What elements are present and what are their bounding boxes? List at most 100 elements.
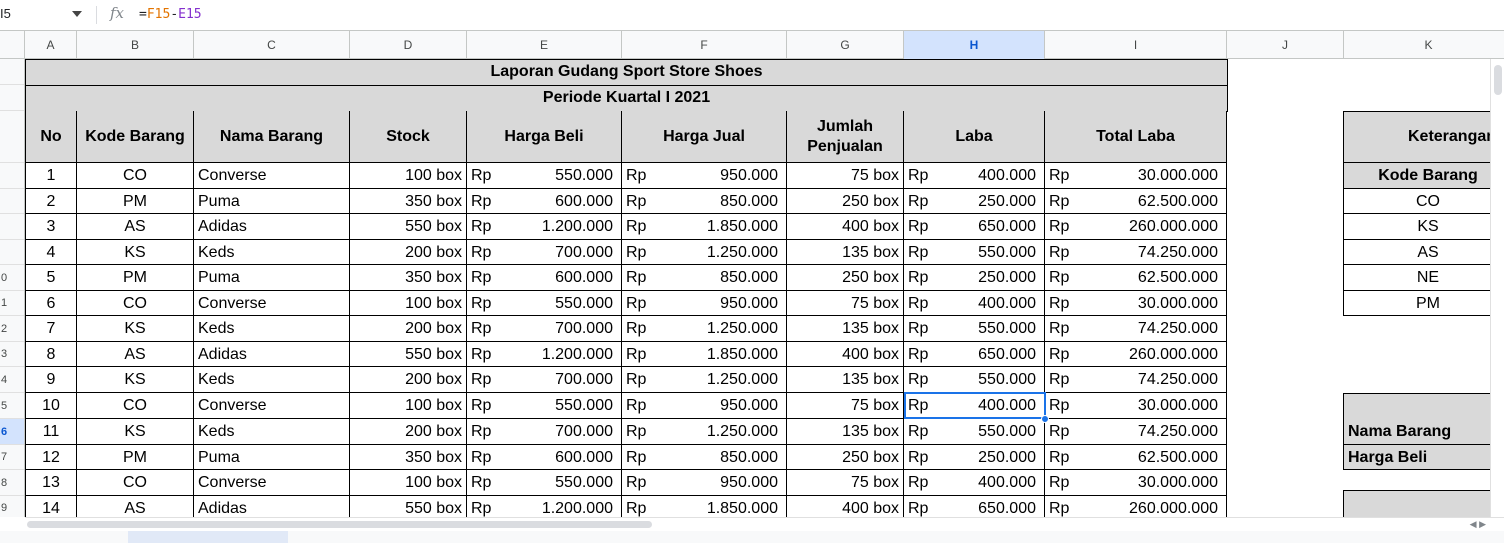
scroll-arrows-icon[interactable]: ◀ ▶ bbox=[1470, 518, 1486, 530]
cell-kode[interactable]: KS bbox=[77, 316, 194, 342]
cell-harga-jual[interactable]: Rp 1.850.000 bbox=[622, 214, 787, 240]
row-header[interactable] bbox=[0, 163, 24, 189]
sheet-grid[interactable]: Laporan Gudang Sport Store Shoes Periode … bbox=[0, 59, 1504, 517]
cell-laba[interactable]: Rp 400.000 bbox=[904, 393, 1045, 419]
cell-kode[interactable]: PM bbox=[77, 265, 194, 291]
row-header[interactable] bbox=[0, 59, 24, 85]
cell-harga-beli[interactable]: Rp 1.200.000 bbox=[467, 496, 622, 517]
row-header[interactable]: 1 bbox=[0, 291, 24, 316]
select-all-corner[interactable] bbox=[0, 31, 25, 59]
cell-harga-jual[interactable]: Rp 1.850.000 bbox=[622, 342, 787, 367]
row-header[interactable]: 6 bbox=[0, 419, 24, 445]
cell-kode[interactable]: AS bbox=[77, 214, 194, 240]
row-header[interactable]: 9 bbox=[0, 496, 24, 517]
cell-total-laba[interactable]: Rp 74.250.000 bbox=[1045, 419, 1227, 445]
chevron-down-icon[interactable] bbox=[72, 11, 82, 17]
fill-handle[interactable] bbox=[1041, 415, 1049, 423]
sheet-tab-active[interactable] bbox=[128, 531, 288, 543]
cell-jumlah[interactable]: 400 box bbox=[787, 214, 904, 240]
cell-harga-jual[interactable]: Rp 1.250.000 bbox=[622, 316, 787, 342]
vertical-scrollbar[interactable] bbox=[1490, 59, 1504, 517]
cell-total-laba[interactable]: Rp 30.000.000 bbox=[1045, 163, 1227, 189]
side-table-code[interactable]: KS bbox=[1343, 214, 1504, 240]
cell-laba[interactable]: Rp 400.000 bbox=[904, 470, 1045, 496]
cell-laba[interactable]: Rp 650.000 bbox=[904, 214, 1045, 240]
cell-harga-beli[interactable]: Rp 700.000 bbox=[467, 419, 622, 445]
cell-kode[interactable]: KS bbox=[77, 240, 194, 265]
cell-harga-beli[interactable]: Rp 1.200.000 bbox=[467, 214, 622, 240]
cell-laba[interactable]: Rp 400.000 bbox=[904, 291, 1045, 316]
cell-jumlah[interactable]: 250 box bbox=[787, 265, 904, 291]
cell-harga-jual[interactable]: Rp 1.250.000 bbox=[622, 419, 787, 445]
cell-laba[interactable]: Rp 650.000 bbox=[904, 342, 1045, 367]
cell-jumlah[interactable]: 135 box bbox=[787, 419, 904, 445]
cell-no[interactable]: 10 bbox=[25, 393, 77, 419]
cell-stock[interactable]: 200 box bbox=[350, 316, 467, 342]
cell-kode[interactable]: CO bbox=[77, 163, 194, 189]
horizontal-scroll-thumb[interactable] bbox=[27, 521, 652, 528]
cell-no[interactable]: 12 bbox=[25, 445, 77, 470]
column-header-d[interactable]: D bbox=[350, 31, 467, 59]
cell-total-laba[interactable]: Rp 30.000.000 bbox=[1045, 470, 1227, 496]
cell-jumlah[interactable]: 135 box bbox=[787, 316, 904, 342]
cell-jumlah[interactable]: 135 box bbox=[787, 367, 904, 393]
cell-jumlah[interactable]: 250 box bbox=[787, 189, 904, 214]
cell-stock[interactable]: 100 box bbox=[350, 393, 467, 419]
cell-no[interactable]: 4 bbox=[25, 240, 77, 265]
cell-no[interactable]: 3 bbox=[25, 214, 77, 240]
cell-harga-jual[interactable]: Rp 850.000 bbox=[622, 445, 787, 470]
cell-nama[interactable]: Puma bbox=[194, 189, 350, 214]
cell-nama[interactable]: Keds bbox=[194, 316, 350, 342]
cell-no[interactable]: 14 bbox=[25, 496, 77, 517]
cell-laba[interactable]: Rp 250.000 bbox=[904, 445, 1045, 470]
side-table-code[interactable]: AS bbox=[1343, 240, 1504, 265]
cell-harga-jual[interactable]: Rp 850.000 bbox=[622, 189, 787, 214]
cell-nama[interactable]: Adidas bbox=[194, 342, 350, 367]
cell-harga-jual[interactable]: Rp 950.000 bbox=[622, 470, 787, 496]
cell-harga-beli[interactable]: Rp 700.000 bbox=[467, 316, 622, 342]
cell-jumlah[interactable]: 400 box bbox=[787, 496, 904, 517]
cell-harga-jual[interactable]: Rp 950.000 bbox=[622, 291, 787, 316]
cell-nama[interactable]: Converse bbox=[194, 163, 350, 189]
cell-total-laba[interactable]: Rp 260.000.000 bbox=[1045, 496, 1227, 517]
cell-nama[interactable]: Converse bbox=[194, 393, 350, 419]
cell-harga-beli[interactable]: Rp 550.000 bbox=[467, 291, 622, 316]
cell-nama[interactable]: Puma bbox=[194, 445, 350, 470]
cell-harga-beli[interactable]: Rp 600.000 bbox=[467, 189, 622, 214]
cell-harga-jual[interactable]: Rp 1.850.000 bbox=[622, 496, 787, 517]
cell-total-laba[interactable]: Rp 30.000.000 bbox=[1045, 291, 1227, 316]
cell-total-laba[interactable]: Rp 260.000.000 bbox=[1045, 342, 1227, 367]
cell-total-laba[interactable]: Rp 62.500.000 bbox=[1045, 189, 1227, 214]
horizontal-scrollbar[interactable]: ◀ ▶ bbox=[25, 517, 1504, 531]
row-header[interactable]: 4 bbox=[0, 367, 24, 393]
cell-harga-jual[interactable]: Rp 950.000 bbox=[622, 393, 787, 419]
cell-jumlah[interactable]: 250 box bbox=[787, 445, 904, 470]
cell-jumlah[interactable]: 400 box bbox=[787, 342, 904, 367]
cell-kode[interactable]: CO bbox=[77, 291, 194, 316]
cell-harga-beli[interactable]: Rp 1.200.000 bbox=[467, 342, 622, 367]
cell-harga-beli[interactable]: Rp 600.000 bbox=[467, 445, 622, 470]
cell-nama[interactable]: Puma bbox=[194, 265, 350, 291]
cell-kode[interactable]: AS bbox=[77, 496, 194, 517]
cell-stock[interactable]: 550 box bbox=[350, 496, 467, 517]
column-header-k[interactable]: K bbox=[1344, 31, 1504, 59]
side-table-code[interactable]: PM bbox=[1343, 291, 1504, 316]
cell-nama[interactable]: Keds bbox=[194, 419, 350, 445]
cell-nama[interactable]: Adidas bbox=[194, 496, 350, 517]
cell-no[interactable]: 8 bbox=[25, 342, 77, 367]
row-header[interactable] bbox=[0, 214, 24, 240]
cell-harga-beli[interactable]: Rp 550.000 bbox=[467, 393, 622, 419]
column-header-f[interactable]: F bbox=[622, 31, 787, 59]
cell-harga-jual[interactable]: Rp 950.000 bbox=[622, 163, 787, 189]
cell-no[interactable]: 6 bbox=[25, 291, 77, 316]
cell-stock[interactable]: 100 box bbox=[350, 470, 467, 496]
cell-kode[interactable]: CO bbox=[77, 393, 194, 419]
row-header[interactable]: 2 bbox=[0, 316, 24, 342]
cell-harga-beli[interactable]: Rp 600.000 bbox=[467, 265, 622, 291]
cell-nama[interactable]: Converse bbox=[194, 291, 350, 316]
row-header[interactable]: 3 bbox=[0, 342, 24, 367]
cell-stock[interactable]: 200 box bbox=[350, 367, 467, 393]
cell-total-laba[interactable]: Rp 62.500.000 bbox=[1045, 445, 1227, 470]
formula-input[interactable]: =F15-E15 bbox=[139, 7, 202, 22]
cell-jumlah[interactable]: 75 box bbox=[787, 393, 904, 419]
